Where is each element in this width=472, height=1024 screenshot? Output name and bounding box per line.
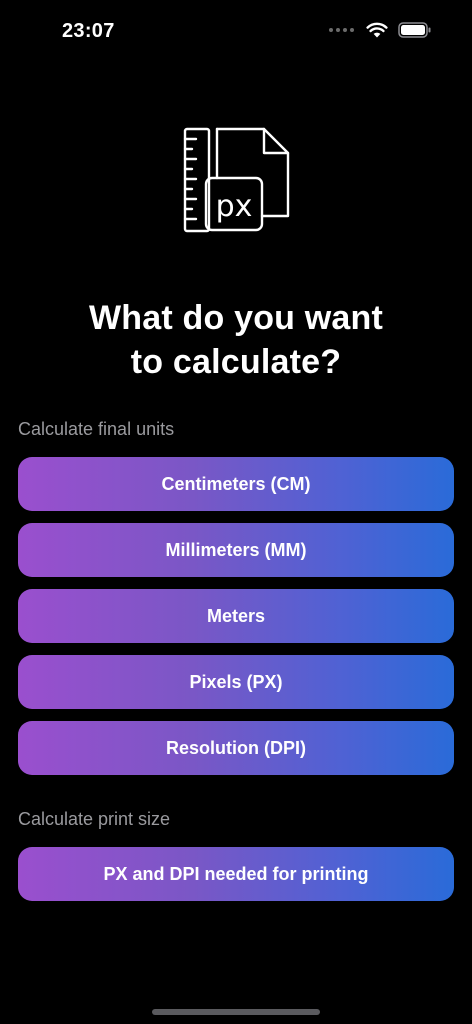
- battery-icon: [398, 22, 431, 38]
- centimeters-button[interactable]: Centimeters (CM): [18, 457, 454, 511]
- px-dpi-printing-button[interactable]: PX and DPI needed for printing: [18, 847, 454, 901]
- wifi-icon: [366, 22, 388, 38]
- final-units-section-label: Calculate final units: [18, 419, 175, 439]
- page-title-line-2: to calculate?: [130, 343, 342, 381]
- page-title-line-1: What do you want: [88, 299, 384, 337]
- meters-button[interactable]: Meters: [18, 589, 454, 643]
- resolution-button[interactable]: Resolution (DPI): [18, 721, 454, 775]
- status-bar: 23:07: [0, 0, 472, 64]
- home-indicator[interactable]: [152, 1009, 320, 1015]
- status-icons: [329, 22, 432, 38]
- pixels-button[interactable]: Pixels (PX): [18, 655, 454, 709]
- status-time: 23:07: [62, 20, 115, 42]
- millimeters-button[interactable]: Millimeters (MM): [18, 523, 454, 577]
- px-glyph: px: [216, 189, 253, 224]
- page-title: What do you want to calculate?: [0, 296, 472, 384]
- screen: 23:07 px What do you want to calculate? …: [0, 0, 472, 1024]
- cellular-signal-icon: [329, 28, 354, 32]
- print-size-section-label: Calculate print size: [18, 809, 171, 829]
- ruler-document-px-icon: px: [183, 127, 290, 233]
